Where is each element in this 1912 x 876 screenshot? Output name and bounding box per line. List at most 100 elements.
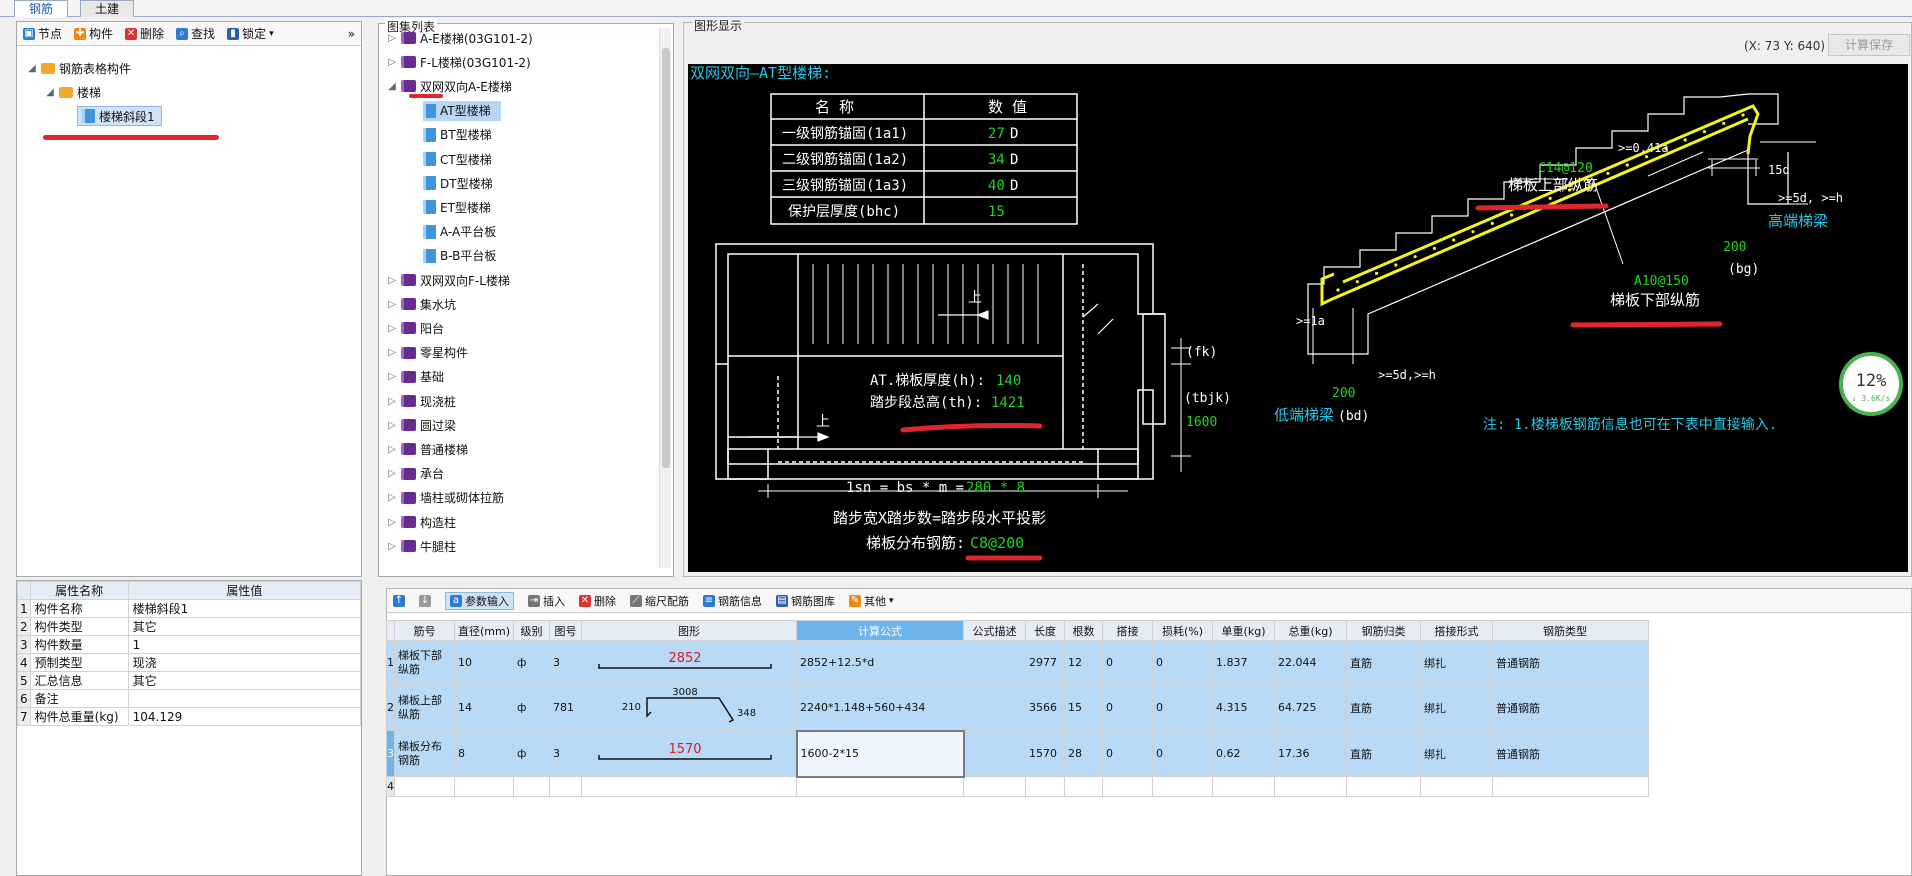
rebar-shape[interactable]: 2852 (581, 640, 798, 685)
rebar-grade[interactable]: ф (513, 640, 551, 685)
rebar-diameter[interactable]: 8 (453, 730, 515, 777)
rebar-diameter[interactable]: 14 (453, 684, 515, 731)
col-header[interactable]: 级别 (513, 620, 551, 641)
atlas-item[interactable]: B-B平台板 (423, 246, 496, 266)
property-row[interactable]: 1 构件名称 楼梯斜段1 (17, 599, 362, 618)
col-header[interactable]: 图形 (581, 620, 798, 641)
empty-cell[interactable] (453, 776, 515, 797)
col-header[interactable]: 根数 (1064, 620, 1104, 641)
atlas-item[interactable]: ▷ 圆过梁 (387, 415, 456, 435)
param-value[interactable]: 40 (988, 178, 1005, 194)
col-header[interactable]: 搭接 (1102, 620, 1154, 641)
atlas-item[interactable]: ET型楼梯 (423, 197, 491, 217)
rebar-total-weight[interactable]: 17.36 (1274, 730, 1348, 777)
row-number[interactable]: 1 (386, 640, 395, 685)
empty-cell[interactable] (394, 776, 455, 797)
rebar-count[interactable]: 12 (1064, 640, 1104, 685)
atlas-item[interactable]: ▷ 墙柱或砌体拉筋 (387, 488, 504, 508)
rebar-info-button[interactable]: ≡ 钢筋信息 (703, 593, 762, 609)
scale-rebar-button[interactable]: ⟋ 缩尺配筋 (630, 593, 689, 609)
rebar-category[interactable]: 直筋 (1346, 684, 1422, 731)
col-header[interactable]: 直径(mm) (453, 620, 515, 641)
rebar-category[interactable]: 直筋 (1346, 640, 1422, 685)
expand-arrow-icon[interactable]: ▷ (387, 444, 397, 455)
expand-arrow-icon[interactable]: ▷ (387, 396, 397, 407)
atlas-item[interactable]: ▷ 集水坑 (387, 294, 456, 314)
delete-button[interactable]: ✕ 删除 (125, 25, 164, 42)
upper-bar-spec[interactable]: C14@120 (1538, 161, 1593, 176)
rebar-formula-desc[interactable] (963, 684, 1027, 731)
rebar-formula-desc[interactable] (963, 730, 1027, 777)
rebar-unit-weight[interactable]: 1.837 (1212, 640, 1276, 685)
tab-rebar[interactable]: 钢筋 (14, 0, 69, 17)
property-row[interactable]: 6 备注 (17, 689, 362, 708)
expand-arrow-icon[interactable]: ▷ (387, 299, 397, 310)
rebar-formula-desc[interactable] (963, 640, 1027, 685)
rebar-loss[interactable]: 0 (1152, 684, 1214, 731)
empty-cell[interactable] (1025, 776, 1066, 797)
col-header[interactable]: 损耗(%) (1152, 620, 1214, 641)
atlas-item[interactable]: A-A平台板 (423, 222, 496, 242)
tab-civil[interactable]: 土建 (80, 0, 135, 17)
prop-value[interactable]: 现浇 (127, 653, 362, 672)
tree-item-stair-slope[interactable]: 楼梯斜段1 (77, 106, 162, 126)
rebar-grade[interactable]: ф (513, 684, 551, 731)
rebar-name[interactable]: 梯板分布钢筋 (394, 730, 455, 777)
distribution-bar-value[interactable]: C8@200 (970, 534, 1024, 552)
high-beam-width[interactable]: 200 (1723, 240, 1746, 255)
expand-arrow-icon[interactable]: ▷ (387, 468, 397, 479)
atlas-item[interactable]: ▷ 牛腿柱 (387, 536, 456, 556)
rebar-diameter[interactable]: 10 (453, 640, 515, 685)
rebar-lap[interactable]: 0 (1102, 640, 1154, 685)
rebar-formula[interactable]: 2852+12.5*d (796, 640, 965, 685)
rebar-library-button[interactable]: ▤ 钢筋图库 (776, 593, 835, 609)
atlas-scroll-thumb[interactable] (662, 48, 670, 468)
param-value[interactable]: 34 (988, 152, 1005, 168)
rebar-lap-type[interactable]: 绑扎 (1420, 684, 1494, 731)
calc-save-button[interactable]: 计算保存 (1828, 34, 1910, 56)
atlas-scrollbar[interactable] (659, 28, 671, 568)
atlas-item[interactable]: AT型楼梯 (423, 100, 501, 121)
cad-drawing-canvas[interactable]: 双网双向—AT型楼梯: 名 称 数 值 一级钢筋锚固(1a1) 27 D 二级钢… (688, 64, 1908, 572)
rebar-type[interactable]: 普通钢筋 (1492, 730, 1650, 777)
rebar-shape[interactable]: 1570 (581, 730, 798, 777)
table-row[interactable]: 1 梯板下部纵筋 10 ф 3 2852 2852+12.5*d 2977 12… (386, 640, 1650, 685)
find-button[interactable]: ⌕ 查找 (176, 25, 215, 42)
expand-arrow-icon[interactable]: ▷ (387, 492, 397, 503)
row-number[interactable]: 3 (386, 730, 395, 777)
thickness-value[interactable]: 140 (996, 373, 1021, 389)
collapse-arrow-icon[interactable]: ◢ (45, 87, 55, 98)
col-header[interactable]: 钢筋归类 (1346, 620, 1422, 641)
empty-cell[interactable] (549, 776, 583, 797)
rebar-figure-no[interactable]: 3 (549, 730, 583, 777)
row-number[interactable]: 4 (386, 776, 395, 797)
param-value[interactable]: 27 (988, 126, 1005, 142)
col-header[interactable]: 单重(kg) (1212, 620, 1276, 641)
col-header[interactable]: 筋号 (394, 620, 455, 641)
rebar-length[interactable]: 2977 (1025, 640, 1066, 685)
expand-arrow-icon[interactable]: ▷ (387, 323, 397, 334)
tree-item-root[interactable]: ◢ 钢筋表格构件 (27, 58, 131, 78)
rebar-lap[interactable]: 0 (1102, 684, 1154, 731)
col-header[interactable]: 图号 (549, 620, 583, 641)
collapse-arrow-icon[interactable]: ◢ (27, 63, 37, 74)
atlas-item[interactable]: ▷ 普通楼梯 (387, 439, 468, 459)
low-beam-width[interactable]: 200 (1332, 386, 1355, 401)
empty-cell[interactable] (1274, 776, 1348, 797)
component-button[interactable]: ✚ 构件 (74, 25, 113, 42)
atlas-item[interactable]: ▷ 零星构件 (387, 343, 468, 363)
tree-item-stairs[interactable]: ◢ 楼梯 (45, 82, 101, 102)
lock-button[interactable]: ▮ 锁定 ▾ (227, 25, 274, 42)
atlas-item[interactable]: ▷ 现浇桩 (387, 391, 456, 411)
prop-value[interactable]: 104.129 (127, 707, 362, 726)
total-height-value[interactable]: 1421 (991, 395, 1025, 411)
atlas-item[interactable]: ▷ F-L楼梯(03G101-2) (387, 52, 531, 72)
rebar-length[interactable]: 1570 (1025, 730, 1066, 777)
rebar-figure-no[interactable]: 3 (549, 640, 583, 685)
empty-cell[interactable] (796, 776, 965, 797)
collapse-arrow-icon[interactable]: ◢ (387, 81, 397, 92)
prop-value[interactable]: 其它 (127, 671, 362, 690)
rebar-count[interactable]: 28 (1064, 730, 1104, 777)
param-input-button[interactable]: a 参数输入 (445, 591, 514, 610)
rebar-name[interactable]: 梯板上部纵筋 (394, 684, 455, 731)
